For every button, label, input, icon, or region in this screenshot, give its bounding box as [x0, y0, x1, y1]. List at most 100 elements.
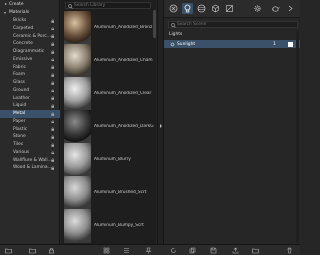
delete-icon[interactable]: [286, 247, 293, 254]
export-icon[interactable]: [232, 247, 239, 254]
lock-icon: [51, 50, 54, 54]
material-tile[interactable]: Aluminum_Brushed_Scrt: [64, 176, 160, 210]
category-item[interactable]: Paper: [0, 118, 60, 126]
folder-open-icon[interactable]: [252, 247, 259, 254]
no-filter-button[interactable]: [168, 3, 179, 14]
textures-filter-button[interactable]: [224, 3, 235, 14]
material-name: Aluminum_Anodized_DarkG: [94, 124, 154, 129]
category-item[interactable]: Liquid: [0, 102, 60, 110]
category-item[interactable]: Leather: [0, 95, 60, 103]
lock-icon: [51, 65, 54, 70]
scene-scrollbar[interactable]: [296, 30, 299, 243]
light-row-sunlight[interactable]: Sunlight 1: [164, 40, 300, 48]
scene-toolbar: [164, 0, 300, 18]
category-label: Carpeted: [13, 25, 34, 31]
light-color-swatch[interactable]: [288, 41, 293, 47]
collapse-arrow-icon: [4, 3, 7, 5]
lock-icon: [51, 19, 54, 23]
category-item[interactable]: Tiles: [0, 141, 60, 149]
grid-view-icon[interactable]: [103, 247, 110, 254]
material-preview: [64, 11, 91, 45]
save-icon[interactable]: [210, 247, 217, 254]
category-item[interactable]: Bricks: [0, 17, 60, 25]
library-search-input[interactable]: Search Library: [65, 2, 151, 9]
category-item[interactable]: Concrete: [0, 40, 60, 48]
library-search-placeholder: Search Library: [74, 3, 106, 8]
category-item[interactable]: Stone: [0, 133, 60, 141]
scene-search-input[interactable]: Search Scene: [168, 21, 298, 28]
lights-filter-button[interactable]: [182, 3, 193, 14]
category-label: Bricks: [13, 18, 27, 23]
category-label: Concrete: [13, 41, 33, 47]
lock-icon: [51, 26, 54, 31]
panel-splitter[interactable]: [157, 0, 164, 244]
material-library-panel: Search Library Aluminum_Anodized_Bronz Al…: [61, 0, 156, 244]
material-name: Aluminum_Anodized_Cham: [94, 58, 153, 63]
environment-button[interactable]: [270, 3, 281, 14]
category-label: Stone: [13, 134, 26, 140]
material-tile[interactable]: Aluminum_Anodized_DarkG: [64, 110, 160, 144]
material-name: Aluminum_Anodized_Clear: [94, 91, 152, 96]
category-label: Paper: [13, 118, 26, 124]
material-tile[interactable]: Aluminum_Anodized_Bronz: [64, 11, 160, 45]
category-item[interactable]: Plastic: [0, 126, 60, 134]
materials-filter-button[interactable]: [196, 3, 207, 14]
settings-button[interactable]: [252, 3, 263, 14]
sun-icon: [170, 42, 175, 46]
lock-icon: [51, 81, 54, 85]
category-item[interactable]: Glass: [0, 79, 60, 87]
create-label: Create: [9, 2, 24, 7]
close-circle-icon: [169, 4, 178, 13]
category-item[interactable]: Foam: [0, 71, 60, 79]
light-name: Sunlight: [177, 41, 196, 47]
add-folder-icon[interactable]: [5, 247, 12, 254]
category-item[interactable]: Emissive: [0, 56, 60, 64]
materials-header[interactable]: Materials: [0, 9, 60, 17]
models-filter-button[interactable]: [210, 3, 221, 14]
category-item[interactable]: Fabric: [0, 64, 60, 72]
lock-icon: [51, 158, 54, 163]
duplicate-icon[interactable]: [189, 247, 196, 254]
material-preview: [64, 44, 91, 78]
category-label: Emissive: [13, 56, 33, 62]
material-preview: [64, 176, 91, 210]
lightbulb-icon: [184, 4, 191, 13]
category-item[interactable]: Ceramic & Porc...: [0, 33, 60, 41]
category-label: Foam: [13, 72, 26, 78]
pin-icon[interactable]: [145, 247, 152, 254]
category-label: Ground: [13, 87, 30, 93]
material-tile[interactable]: Aluminum_Bumpy_Scrt: [64, 209, 160, 243]
category-label: Wallflure & Wall...: [13, 157, 52, 163]
create-header[interactable]: Create: [0, 1, 60, 9]
category-item[interactable]: Diagrammatic: [0, 48, 60, 56]
material-name: Aluminum_Blurry: [94, 157, 131, 162]
light-count: 1: [273, 41, 276, 47]
lock-icon[interactable]: [48, 247, 55, 254]
close-panel-button[interactable]: [285, 3, 296, 14]
chevron-right-icon: [288, 5, 293, 12]
category-label: Metal: [13, 111, 26, 116]
material-name: Aluminum_Bumpy_Scrt: [94, 223, 144, 228]
category-label: Wood & Lamina...: [13, 165, 52, 171]
lock-icon: [51, 112, 54, 116]
lock-icon: [51, 127, 54, 132]
category-item[interactable]: Metal: [0, 110, 60, 118]
reset-icon[interactable]: [170, 247, 177, 254]
category-item[interactable]: Wallflure & Wall...: [0, 157, 60, 165]
category-item[interactable]: Various: [0, 149, 60, 157]
library-scrollbar[interactable]: [153, 10, 156, 38]
list-view-icon[interactable]: [123, 247, 130, 254]
material-preview: [64, 143, 91, 177]
folder-icon[interactable]: [29, 247, 36, 254]
material-name: Aluminum_Brushed_Scrt: [94, 190, 147, 195]
category-item[interactable]: Carpeted: [0, 25, 60, 33]
material-tile[interactable]: Aluminum_Anodized_Cham: [64, 44, 160, 78]
lock-icon: [51, 166, 54, 170]
category-item[interactable]: Wood & Lamina...: [0, 164, 60, 172]
material-tile[interactable]: Aluminum_Blurry: [64, 143, 160, 177]
category-label: Plastic: [13, 126, 28, 132]
material-tile[interactable]: Aluminum_Anodized_Clear: [64, 77, 160, 111]
material-preview: [64, 77, 91, 111]
category-item[interactable]: Ground: [0, 87, 60, 95]
lock-icon: [51, 42, 54, 46]
